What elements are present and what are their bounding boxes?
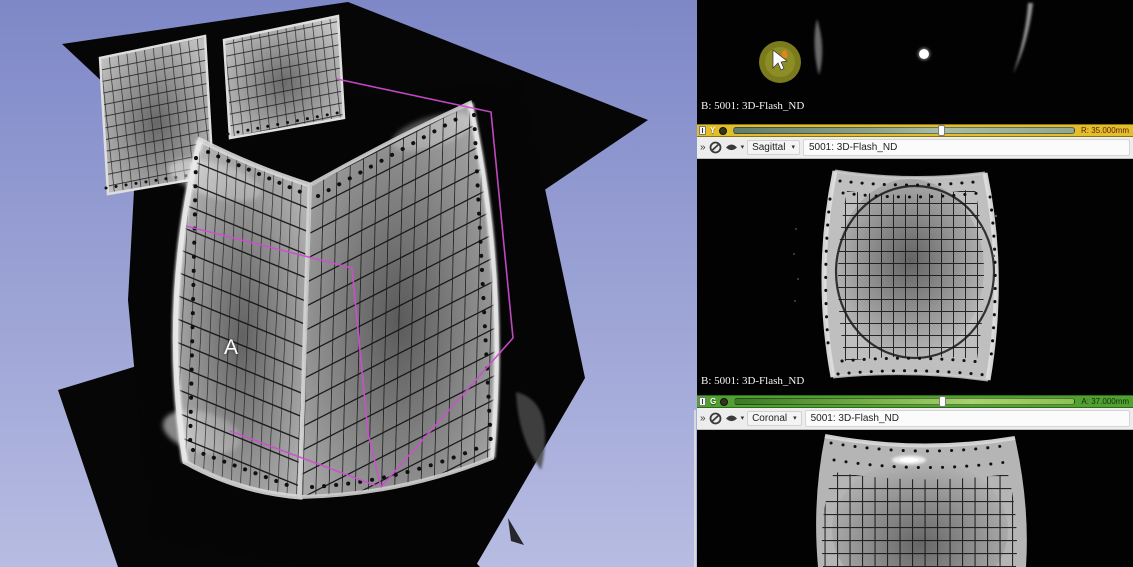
yellow-slice-toolbar: » ▾ Sagittal ▾ 5001: 3D-Flash_ND bbox=[697, 137, 1133, 159]
slice-visibility-eye-icon[interactable] bbox=[719, 127, 727, 135]
green-slice-toolbar: » ▾ Coronal ▾ 5001: 3D-Flash_ND bbox=[697, 408, 1133, 430]
axial-slice-view[interactable]: B: 5001: 3D-Flash_ND bbox=[697, 0, 1133, 124]
combo-arrow-icon: ▾ bbox=[791, 144, 795, 151]
orientation-combobox[interactable]: Sagittal ▾ bbox=[747, 140, 800, 155]
link-views-icon[interactable] bbox=[709, 412, 722, 425]
link-views-icon[interactable] bbox=[709, 141, 722, 154]
yellow-slice-controller: Y R: 35.000mm » ▾ Sagittal ▾ bbox=[697, 124, 1133, 159]
slice-visibility-eye-icon[interactable] bbox=[720, 398, 728, 406]
sagittal-slice-view[interactable]: B: 5001: 3D-Flash_ND bbox=[697, 159, 1133, 395]
coronal-slice-view[interactable] bbox=[697, 430, 1133, 567]
view-letter-badge: Y bbox=[710, 126, 715, 135]
pin-icon[interactable] bbox=[699, 126, 706, 135]
3d-scene bbox=[0, 0, 697, 567]
background-volume-selector[interactable]: 5001: 3D-Flash_ND bbox=[803, 139, 1130, 156]
edge-on-plane-sliver bbox=[508, 392, 696, 567]
coronal-slice-image bbox=[697, 430, 1133, 567]
combo-arrow-icon: ▾ bbox=[793, 415, 797, 422]
slice-offset-value: R: 35.000mm bbox=[1081, 126, 1129, 135]
orientation-combobox[interactable]: Coronal ▾ bbox=[747, 411, 802, 426]
orientation-value: Sagittal bbox=[752, 142, 785, 153]
slice-panel: B: 5001: 3D-Flash_ND Y R: 35.000mm » bbox=[697, 0, 1133, 567]
sagittal-slice-image bbox=[697, 159, 1133, 395]
phantom-grid bbox=[819, 468, 1021, 567]
green-slice-controller: G A: 37.000mm » ▾ Coronal ▾ bbox=[697, 395, 1133, 430]
collapse-chevrons-icon[interactable]: » bbox=[700, 414, 706, 424]
orientation-value: Coronal bbox=[752, 413, 787, 424]
marker-dot bbox=[919, 49, 929, 59]
eye-icon[interactable] bbox=[725, 143, 738, 152]
phantom-grid bbox=[827, 185, 1003, 369]
slice-offset-value: A: 37.000mm bbox=[1081, 397, 1129, 406]
pin-icon[interactable] bbox=[699, 397, 706, 406]
slicer-app: A B: 5001: 3D-Flash_ND bbox=[0, 0, 1133, 567]
eye-dropdown-arrow-icon[interactable]: ▾ bbox=[741, 415, 745, 422]
background-volume-name: 5001: 3D-Flash_ND bbox=[809, 142, 897, 153]
background-volume-name: 5001: 3D-Flash_ND bbox=[811, 413, 899, 424]
view-letter-badge: G bbox=[710, 397, 716, 406]
green-slice-bar: G A: 37.000mm bbox=[697, 395, 1133, 408]
orientation-marker: A bbox=[224, 336, 239, 360]
slice-offset-slider[interactable] bbox=[734, 398, 1075, 405]
3d-view[interactable]: A bbox=[0, 0, 697, 567]
eye-icon[interactable] bbox=[725, 414, 738, 423]
yellow-slice-bar: Y R: 35.000mm bbox=[697, 124, 1133, 137]
eye-dropdown-arrow-icon[interactable]: ▾ bbox=[741, 144, 745, 151]
cursor-highlight bbox=[759, 41, 801, 83]
collapse-chevrons-icon[interactable]: » bbox=[700, 143, 706, 153]
slider-handle[interactable] bbox=[938, 125, 945, 136]
sagittal-corner-label: B: 5001: 3D-Flash_ND bbox=[701, 375, 804, 387]
background-volume-selector[interactable]: 5001: 3D-Flash_ND bbox=[805, 410, 1130, 427]
slider-handle[interactable] bbox=[939, 396, 946, 407]
slice-offset-slider[interactable] bbox=[733, 127, 1075, 134]
axial-corner-label: B: 5001: 3D-Flash_ND bbox=[701, 100, 804, 112]
